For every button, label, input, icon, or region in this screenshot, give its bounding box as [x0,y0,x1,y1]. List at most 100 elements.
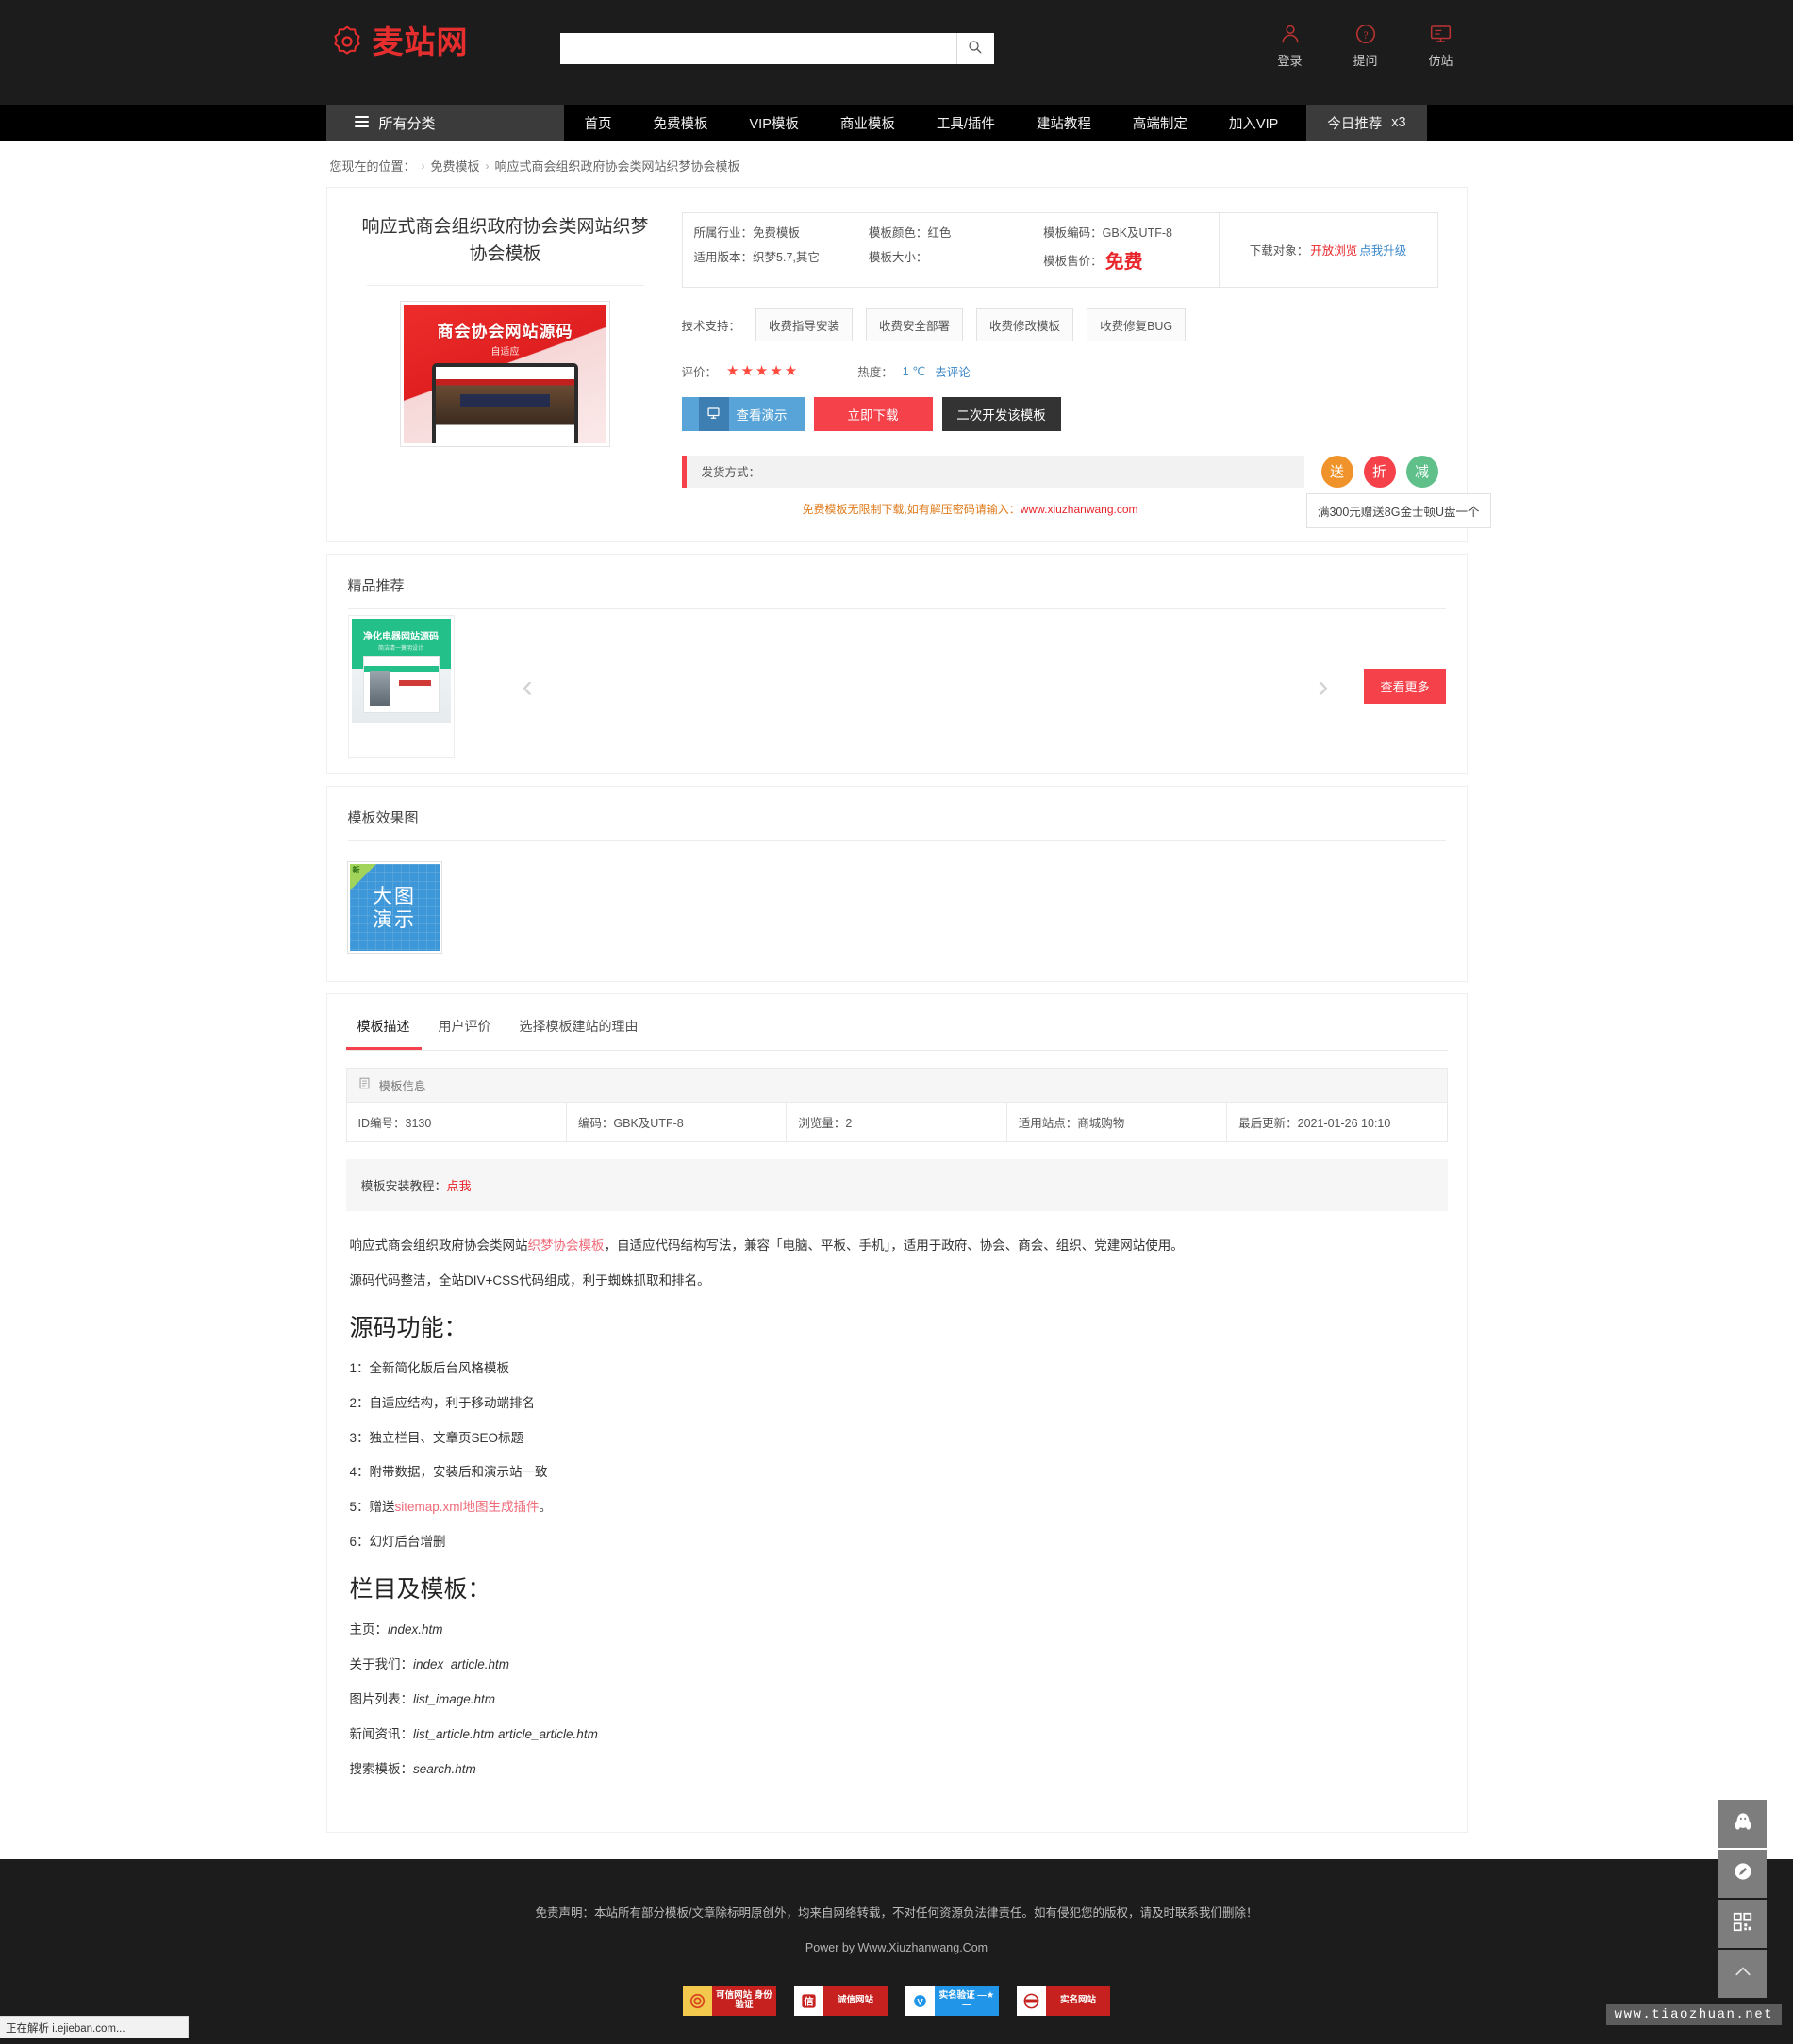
chevron-right-icon[interactable]: › [1318,671,1328,703]
list-item[interactable]: 净化电器网站源码 简洁清一簧明设计 [347,614,455,758]
nav-item-tutorials[interactable]: 建站教程 [1016,105,1112,141]
cert-realname-site[interactable]: 实名网站 [1017,1986,1110,2016]
footer-disclaimer: 免责声明：本站所有部分模板/文章除标明原创外，均来自网络转载，不对任何资源负法律… [535,1905,1258,1919]
cert-label: 实名验证 —★— [938,1990,995,2011]
nav-item-home[interactable]: 首页 [564,105,633,141]
nav-item-commercial-templates[interactable]: 商业模板 [820,105,916,141]
feature-item: 3：独立栏目、文章页SEO标题 [349,1430,524,1445]
header-tool-question[interactable]: ? 提问 [1339,21,1392,69]
spec-encoding: 模板编码：GBK及UTF-8 [1043,222,1218,246]
star-rating: ★★★★★ [726,363,800,380]
tech-support-row: 技术支持： 收费指导安装 收费安全部署 收费修改模板 收费修复BUG [682,307,1438,341]
nav-item-tools-plugins[interactable]: 工具/插件 [916,105,1016,141]
qq-contact-button[interactable] [1718,1800,1767,1848]
recommend-thumbnail: 净化电器网站源码 简洁清一簧明设计 [351,618,451,723]
header-tool-label: 提问 [1353,54,1378,68]
nav-category-label: 所有分类 [378,115,436,132]
cert-label: 诚信网站 [837,1995,873,2006]
template-label: 新闻资讯： [349,1727,414,1742]
header-tool-login[interactable]: 登录 [1264,21,1317,69]
product-thumbnail[interactable]: 商会协会网站源码 自适应 [400,301,610,447]
template-file: list_article.htm article_article.htm [413,1727,598,1742]
breadcrumb-item-0[interactable]: 免费模板 [431,157,480,174]
go-to-comments-link[interactable]: 去评论 [935,362,971,380]
gear-icon [330,25,364,58]
cert-trusted-site[interactable]: 可信网站 身份验证 [683,1986,776,2016]
intro-paragraph-1: 响应式商会组织政府协会类网站织梦协会模板，自适应代码结构写法，兼容「电脑、平板、… [350,1236,1444,1257]
back-to-top-button[interactable] [1718,1950,1767,1998]
promo-badge-reduce[interactable]: 减 [1405,455,1438,488]
cert-label: 可信网站 身份验证 [716,1990,772,2011]
nav-item-join-vip[interactable]: 加入VIP [1208,105,1299,141]
feature-text-a: 5：赠送 [349,1500,395,1515]
nav-item-vip-templates[interactable]: VIP模板 [729,105,820,141]
nav-item-free-templates[interactable]: 免费模板 [633,105,729,141]
pencil-circle-icon [1732,1860,1754,1887]
screenshot-card: 模板效果图 新 大图 演示 [325,785,1468,982]
nav-item-custom[interactable]: 高端制定 [1112,105,1208,141]
thumbnail-headline: 商会协会网站源码 [437,323,573,341]
thumbnail-subline: 自适应 [490,347,520,357]
promo-badge-discount[interactable]: 折 [1363,455,1396,488]
shipping-label: 发货方式： [701,466,761,480]
cert-honest-site[interactable]: 信 诚信网站 [794,1986,888,2016]
template-row: 搜索模板：search.htm [350,1759,1444,1781]
support-button-install[interactable]: 收费指导安装 [755,307,854,341]
upgrade-link[interactable]: 点我升级 [1359,241,1406,258]
big-image-demo[interactable]: 新 大图 演示 [346,860,442,954]
tab-description[interactable]: 模板描述 [345,1007,422,1050]
header-tool-label: 登录 [1277,54,1303,68]
site-footer: 免责声明：本站所有部分模板/文章除标明原创外，均来自网络转载，不对任何资源负法律… [0,1858,1793,2044]
tutorial-link[interactable]: 点我 [447,1179,472,1193]
nav-all-categories[interactable]: 所有分类 [325,105,564,141]
tab-reasons[interactable]: 选择模板建站的理由 [508,1007,650,1050]
sitemap-plugin-link[interactable]: sitemap.xml地图生成插件 [395,1500,540,1514]
svg-text:?: ? [1363,28,1368,42]
tab-reviews[interactable]: 用户评价 [427,1007,503,1050]
info-cell-id: ID编号：3130 [347,1102,567,1141]
thumbnail-monitor-mock [432,363,578,443]
notice-prefix: 免费模板无限制下载,如有解压密码请输入： [802,502,1021,516]
shipping-row: 发货方式： 送 折 减 满300元赠送8G金士顿U盘一个 [681,455,1491,528]
template-file: search.htm [413,1762,476,1776]
search-input[interactable] [559,33,956,64]
user-icon [1264,21,1317,47]
cert-realname-verify[interactable]: V 实名验证 —★— [905,1986,999,2016]
view-demo-button[interactable]: 查看演示 [681,396,805,431]
seal-icon: 信 [794,1986,823,2016]
chevron-left-icon[interactable]: ‹ [523,671,533,703]
detail-tabs: 模板描述 用户评价 选择模板建站的理由 [327,994,1467,1050]
search-button[interactable] [955,33,994,64]
qrcode-button[interactable] [1718,1900,1767,1948]
spec-label: 模板颜色： [868,226,928,240]
secondary-development-button[interactable]: 二次开发该模板 [941,396,1061,431]
intro-link[interactable]: 织梦协会模板 [528,1238,605,1253]
browser-status-bar: 正在解析 i.ejieban.com... [0,2016,189,2038]
notice-url: www.xiuzhanwang.com [1020,502,1138,516]
monitor-icon [1415,21,1468,47]
feature-item: 6：幻灯后台增删 [349,1535,446,1550]
template-file: index_article.htm [413,1657,510,1672]
recommend-card: 精品推荐 净化电器网站源码 简洁清一簧明设计 ‹ › 查看更多 [325,553,1468,774]
search-box[interactable] [559,33,994,64]
spec-label: 适用版本： [693,250,754,264]
product-spec-table: 所属行业：免费模板 模板颜色：红色 模板编码：GBK及UTF-8 适用版本：织梦… [681,212,1438,288]
feedback-button[interactable] [1718,1850,1767,1898]
site-logo[interactable]: 麦站网 [330,25,469,58]
promo-badges: 送 折 减 [1320,455,1438,488]
feature-text-b: 。 [539,1500,553,1515]
header-tool-clone[interactable]: 仿站 [1415,21,1468,69]
chevron-right-icon: › [421,158,425,173]
product-details: 所属行业：免费模板 模板颜色：红色 模板编码：GBK及UTF-8 适用版本：织梦… [656,210,1491,528]
support-button-modify[interactable]: 收费修改模板 [976,307,1074,341]
promo-badge-gift[interactable]: 送 [1320,455,1353,488]
nav-today-recommend[interactable]: 今日推荐 x3 [1306,105,1427,141]
header-tool-label: 仿站 [1428,54,1453,68]
breadcrumb-item-1[interactable]: 响应式商会组织政府协会类网站织梦协会模板 [495,157,740,174]
support-button-deploy[interactable]: 收费安全部署 [866,307,964,341]
download-now-button[interactable]: 立即下载 [813,396,933,431]
view-more-button[interactable]: 查看更多 [1364,669,1446,705]
detail-card: 模板描述 用户评价 选择模板建站的理由 模板信息 ID编号：3130 编码：GB… [325,992,1468,1833]
view-demo-label: 查看演示 [736,407,788,423]
support-button-bugfix[interactable]: 收费修复BUG [1087,307,1187,341]
